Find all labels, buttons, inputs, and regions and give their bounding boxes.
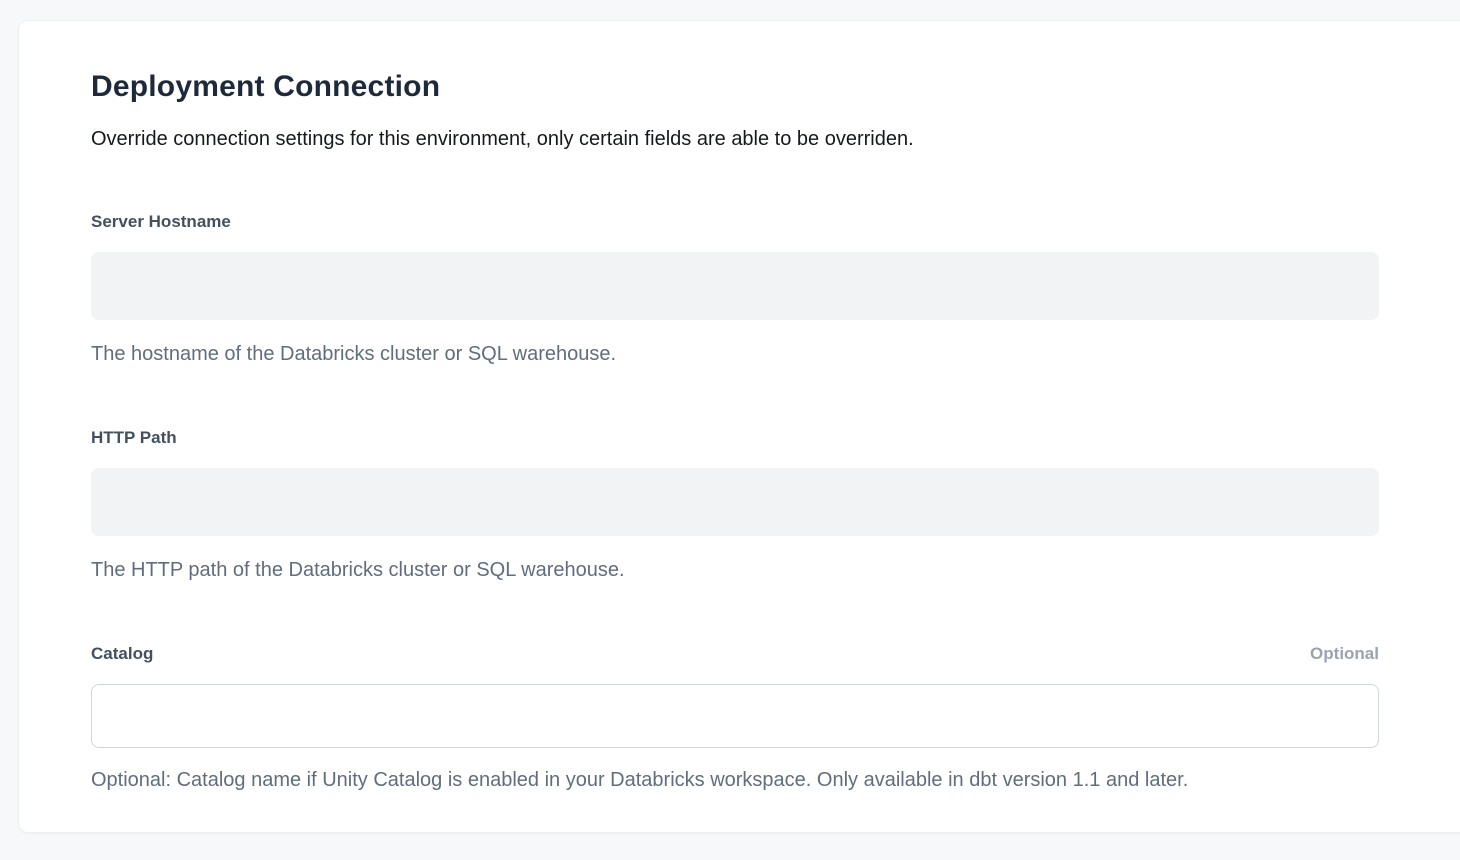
server-hostname-label: Server Hostname (91, 210, 231, 234)
server-hostname-help: The hostname of the Databricks cluster o… (91, 342, 1379, 366)
catalog-label: Catalog (91, 642, 153, 666)
field-group-http-path: HTTP Path The HTTP path of the Databrick… (91, 426, 1379, 582)
field-group-server-hostname: Server Hostname The hostname of the Data… (91, 210, 1379, 366)
catalog-help: Optional: Catalog name if Unity Catalog … (91, 768, 1379, 792)
field-group-catalog: Catalog Optional Optional: Catalog name … (91, 642, 1379, 792)
server-hostname-input (91, 252, 1379, 320)
label-row: Server Hostname (91, 210, 1379, 234)
http-path-help: The HTTP path of the Databricks cluster … (91, 558, 1379, 582)
page-title: Deployment Connection (91, 67, 1379, 106)
card-content: Deployment Connection Override connectio… (91, 67, 1379, 792)
label-row: HTTP Path (91, 426, 1379, 450)
page-subtitle: Override connection settings for this en… (91, 124, 1379, 154)
catalog-input[interactable] (91, 684, 1379, 748)
catalog-optional-tag: Optional (1310, 642, 1379, 666)
deployment-connection-card: Deployment Connection Override connectio… (18, 20, 1460, 833)
http-path-input (91, 468, 1379, 536)
http-path-label: HTTP Path (91, 426, 177, 450)
label-row: Catalog Optional (91, 642, 1379, 666)
